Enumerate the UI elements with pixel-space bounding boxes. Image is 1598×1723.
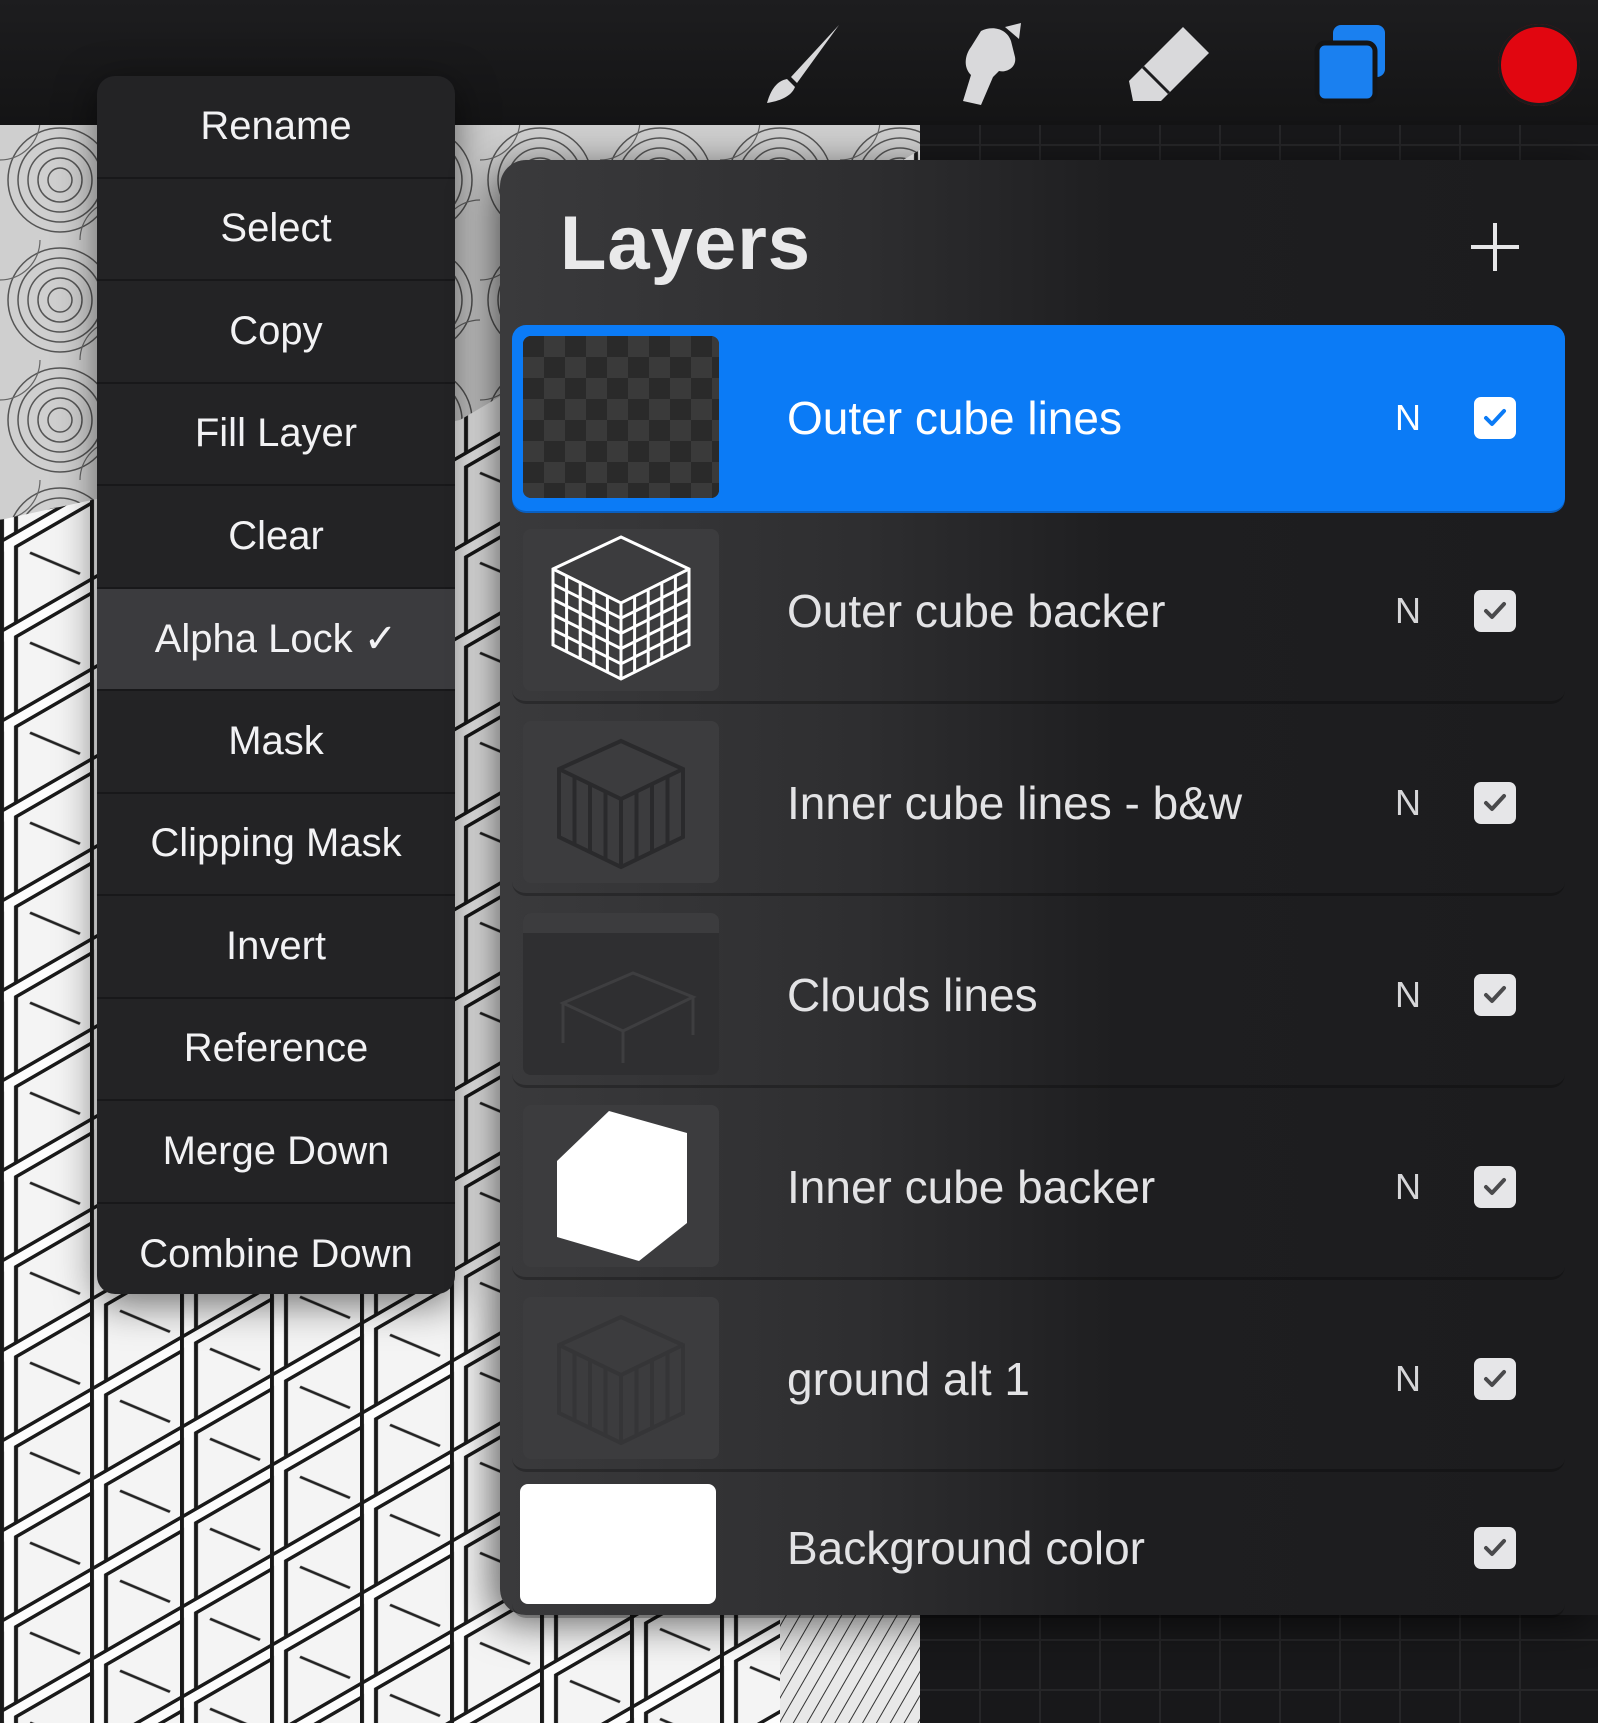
layer-row[interactable]: Outer cube backer N [512, 518, 1565, 704]
menu-item-clear[interactable]: Clear [97, 486, 455, 589]
menu-item-alpha-lock[interactable]: Alpha Lock ✓ [97, 588, 455, 691]
layer-name: Outer cube lines [787, 392, 1122, 444]
layers-panel-title: Layers [560, 201, 812, 286]
layer-visibility-checkbox[interactable] [1474, 590, 1516, 632]
layer-visibility-checkbox[interactable] [1474, 397, 1516, 439]
blend-mode-button[interactable]: N [1395, 1286, 1421, 1472]
checkmark-icon [1484, 794, 1506, 811]
smudge-button[interactable] [936, 18, 1036, 110]
layer-options-menu: Rename Select Copy Fill Layer Clear Alpha Loc… [97, 76, 455, 1294]
layer-visibility-checkbox[interactable] [1474, 1527, 1516, 1569]
layer-row[interactable]: Outer cube lines N [512, 325, 1565, 511]
checkmark-icon [1484, 602, 1506, 619]
menu-item-clipping-mask[interactable]: Clipping Mask [97, 794, 455, 896]
menu-item-invert[interactable]: Invert [97, 896, 455, 999]
layer-row[interactable]: Inner cube backer N [512, 1094, 1565, 1280]
eraser-icon [1129, 27, 1209, 101]
layers-button[interactable] [1302, 18, 1402, 110]
layer-visibility-checkbox[interactable] [1474, 974, 1516, 1016]
menu-item-reference[interactable]: Reference [97, 999, 455, 1101]
blend-mode-button[interactable]: N [1395, 1094, 1421, 1280]
paintbrush-button[interactable] [752, 18, 852, 110]
layer-thumbnail[interactable] [520, 1484, 716, 1604]
layer-thumbnail[interactable] [523, 336, 719, 498]
menu-item-rename[interactable]: Rename [97, 76, 455, 179]
layers-icon [1314, 25, 1385, 104]
menu-item-merge-down[interactable]: Merge Down [97, 1101, 455, 1204]
checkmark-icon [1484, 1539, 1506, 1556]
blend-mode-button[interactable]: N [1395, 710, 1421, 896]
add-layer-button[interactable] [1460, 212, 1530, 282]
layer-name: Clouds lines [787, 969, 1038, 1021]
menu-item-select[interactable]: Select [97, 179, 455, 281]
layer-name: Outer cube backer [787, 585, 1166, 637]
layer-name: ground alt 1 [787, 1353, 1030, 1405]
checkmark-icon [1484, 1370, 1506, 1387]
plus-icon [1471, 223, 1519, 271]
layer-name: Background color [787, 1522, 1145, 1574]
layer-visibility-checkbox[interactable] [1474, 782, 1516, 824]
checkmark-icon [1484, 986, 1506, 1003]
menu-item-combine-down[interactable]: Combine Down [97, 1204, 455, 1295]
layer-name: Inner cube lines - b&w [787, 777, 1243, 829]
checkmark-icon [1484, 1178, 1506, 1195]
layer-thumbnail[interactable] [523, 1297, 719, 1459]
layer-row[interactable]: ground alt 1 N [512, 1286, 1565, 1472]
layer-visibility-checkbox[interactable] [1474, 1358, 1516, 1400]
smudge-icon [963, 23, 1021, 106]
blend-mode-button[interactable]: N [1395, 325, 1421, 511]
paintbrush-icon [767, 25, 839, 103]
menu-item-mask[interactable]: Mask [97, 691, 455, 794]
layer-thumbnail[interactable] [523, 913, 719, 1075]
layer-thumbnail[interactable] [523, 529, 719, 691]
menu-item-fill-layer[interactable]: Fill Layer [97, 384, 455, 486]
layer-row[interactable]: Clouds lines N [512, 902, 1565, 1088]
color-picker-button[interactable] [1498, 24, 1580, 106]
layer-row[interactable]: Inner cube lines - b&w N [512, 710, 1565, 896]
layers-panel: Layers Outer cube lines N Outer cube backe… [500, 160, 1598, 1618]
checkmark-icon [1484, 409, 1506, 426]
layer-thumbnail[interactable] [523, 1105, 719, 1267]
menu-item-copy[interactable]: Copy [97, 281, 455, 384]
layer-visibility-checkbox[interactable] [1474, 1166, 1516, 1208]
eraser-button[interactable] [1120, 18, 1220, 110]
layer-row[interactable]: Background color [512, 1478, 1565, 1618]
blend-mode-button[interactable]: N [1395, 902, 1421, 1088]
layer-thumbnail[interactable] [523, 721, 719, 883]
layer-name: Inner cube backer [787, 1161, 1156, 1213]
blend-mode-button[interactable]: N [1395, 518, 1421, 704]
